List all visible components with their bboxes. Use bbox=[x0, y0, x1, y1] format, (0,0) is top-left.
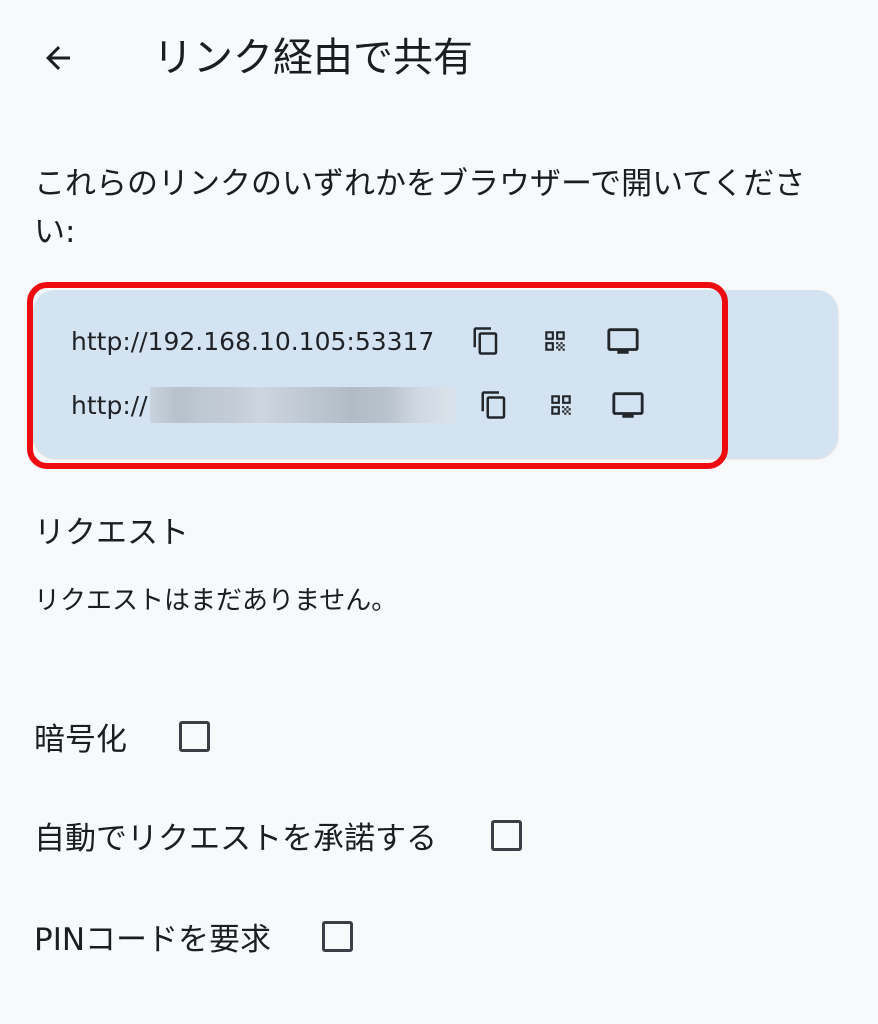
link-url[interactable]: http:// bbox=[71, 391, 148, 420]
display-icon bbox=[607, 328, 639, 354]
option-label: 自動でリクエストを承諾する bbox=[34, 820, 437, 857]
links-card: http://192.168.10.105:53317 http:// bbox=[33, 290, 838, 458]
link-row: http:// bbox=[71, 380, 653, 430]
link-url[interactable]: http://192.168.10.105:53317 bbox=[71, 327, 434, 356]
page-title: リンク経由で共有 bbox=[153, 35, 473, 81]
require-pin-checkbox[interactable] bbox=[322, 920, 354, 952]
display-icon bbox=[612, 392, 644, 418]
qr-code-icon bbox=[545, 331, 566, 351]
encryption-checkbox[interactable] bbox=[179, 720, 210, 752]
option-label: PINコードを要求 bbox=[34, 921, 272, 958]
display-button[interactable] bbox=[598, 316, 648, 366]
redacted-address-blur bbox=[149, 387, 455, 423]
option-auto-accept: 自動でリクエストを承諾する bbox=[34, 805, 522, 865]
copy-button[interactable] bbox=[461, 316, 511, 366]
instructions-text: これらのリンクのいずれかをブラウザーで開いてください: bbox=[34, 166, 806, 250]
qr-code-button[interactable] bbox=[536, 380, 586, 430]
option-require-pin: PINコードを要求 bbox=[34, 906, 354, 966]
auto-accept-checkbox[interactable] bbox=[491, 819, 522, 851]
link-row: http://192.168.10.105:53317 bbox=[71, 316, 648, 366]
copy-button[interactable] bbox=[469, 380, 519, 430]
option-encryption: 暗号化 bbox=[34, 706, 210, 766]
back-button[interactable] bbox=[30, 30, 86, 86]
qr-code-button[interactable] bbox=[530, 316, 580, 366]
display-button[interactable] bbox=[603, 380, 653, 430]
qr-code-icon bbox=[550, 395, 571, 415]
requests-empty-message: リクエストはまだありません。 bbox=[34, 586, 398, 616]
requests-section-title: リクエスト bbox=[34, 515, 189, 551]
copy-icon bbox=[481, 391, 505, 419]
arrow-left-icon bbox=[46, 46, 70, 70]
copy-icon bbox=[473, 327, 498, 355]
option-label: 暗号化 bbox=[34, 721, 127, 758]
